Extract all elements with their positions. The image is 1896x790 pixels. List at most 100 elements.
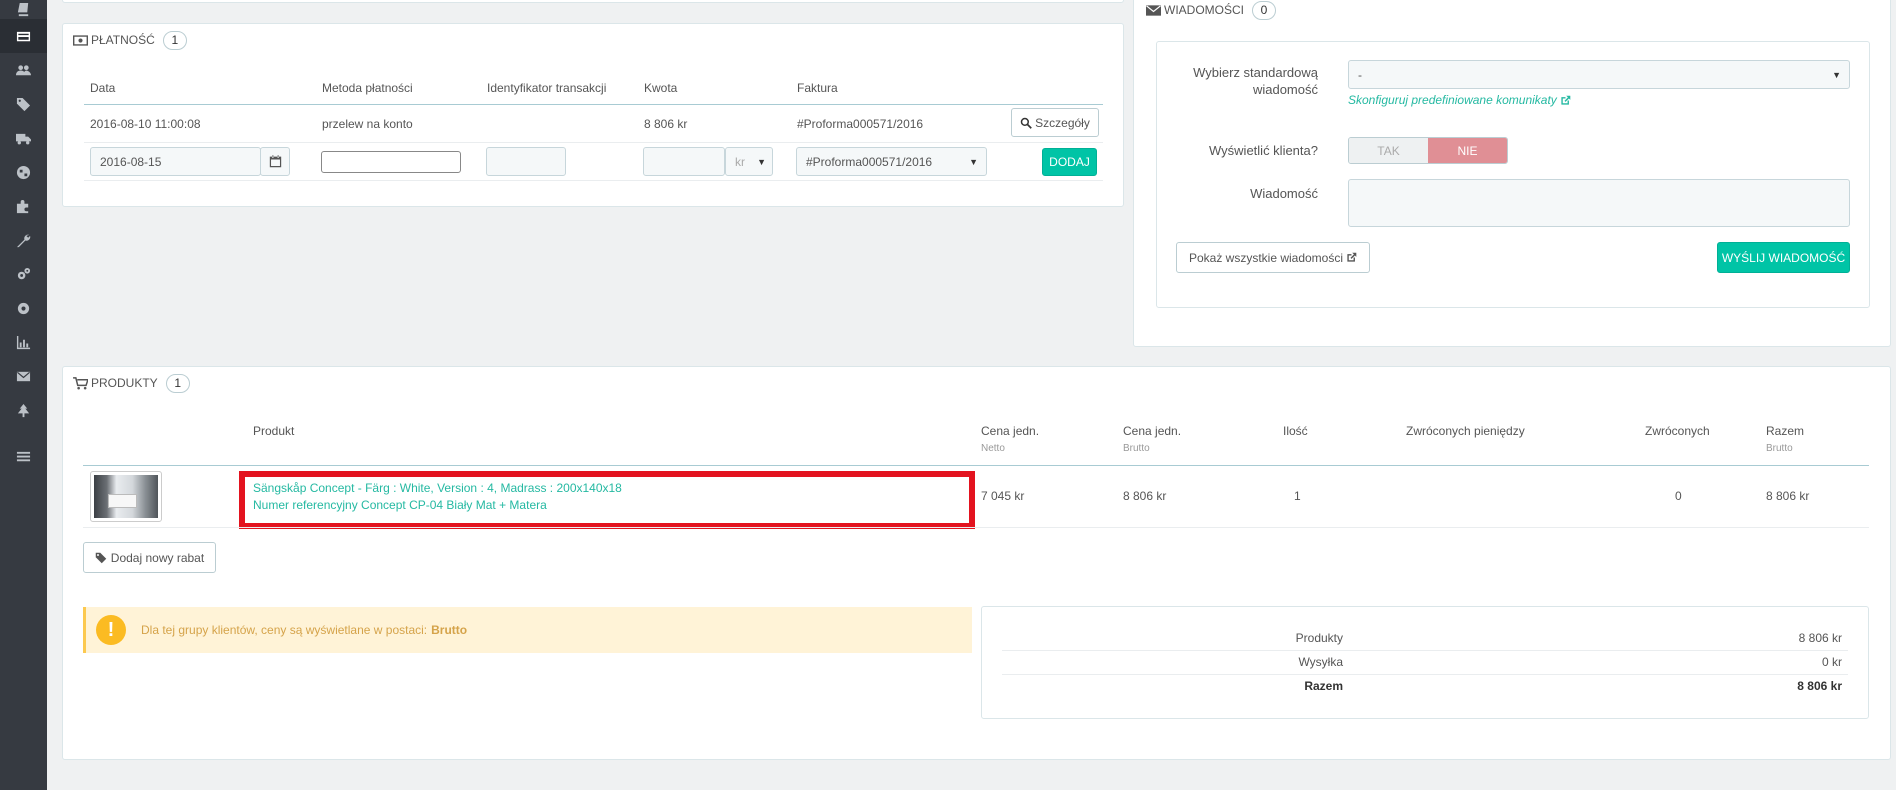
- payment-row-invoice: #Proforma000571/2016: [797, 117, 924, 131]
- products-panel-heading: PRODUKTY 1: [73, 373, 190, 393]
- payment-panel: PŁATNOŚĆ 1 Data Metoda płatności Identyf…: [62, 23, 1124, 207]
- payment-panel-heading: PŁATNOŚĆ 1: [73, 30, 187, 50]
- payment-date-input[interactable]: 2016-08-15: [90, 147, 261, 176]
- products-header-divider: [83, 465, 1869, 466]
- products-header-qty: Ilość: [1283, 424, 1308, 438]
- summary-shipping-label: Wysyłka: [1298, 655, 1343, 669]
- product-unit-net: 7 045 kr: [981, 489, 1025, 503]
- stats-chart-icon: [16, 335, 31, 349]
- toggle-yes-option[interactable]: TAK: [1349, 138, 1428, 163]
- modules-puzzle-icon: [16, 199, 29, 213]
- payment-row-date: 2016-08-10 11:00:08: [90, 117, 201, 131]
- payment-header-method: Metoda płatności: [322, 81, 413, 95]
- sidebar-item-customers[interactable]: [0, 53, 47, 87]
- sidebar-item-stats[interactable]: [0, 325, 47, 359]
- sidebar-item-catalog[interactable]: [0, 87, 47, 121]
- sidebar-item-mail[interactable]: [0, 359, 47, 393]
- notice-text: Dla tej grupy klientów, ceny są wyświetl…: [141, 623, 428, 637]
- gear-icon: [17, 302, 30, 314]
- order-summary: Produkty 8 806 kr Wysyłka 0 kr Razem 8 8…: [981, 606, 1869, 719]
- price-tags-icon: [16, 97, 31, 111]
- show-all-messages-label: Pokaż wszystkie wiadomości: [1188, 250, 1344, 265]
- payment-transaction-input[interactable]: [486, 147, 566, 176]
- product-reference: Numer referencyjny Concept CP-04 Biały M…: [253, 498, 547, 512]
- product-name-link[interactable]: Sängskåp Concept - Färg : White, Version…: [253, 480, 622, 514]
- message-textarea[interactable]: [1348, 179, 1850, 227]
- external-link-icon: [1347, 252, 1357, 262]
- choose-message-select[interactable]: - ▼: [1348, 60, 1850, 89]
- menu-list-icon: [16, 451, 31, 461]
- customers-icon: [16, 64, 31, 75]
- configure-messages-label: Skonfiguruj predefiniowane komunikaty: [1348, 93, 1557, 107]
- payment-card-icon: [16, 31, 31, 41]
- payment-add-button[interactable]: DODAJ: [1042, 148, 1097, 176]
- payment-amount-input[interactable]: [643, 147, 725, 176]
- payment-count-badge: 1: [162, 30, 187, 50]
- products-header-product: Produkt: [253, 424, 295, 438]
- payment-method-input[interactable]: [321, 151, 461, 173]
- orders-icon: [17, 2, 29, 17]
- add-discount-label: Dodaj nowy rabat: [110, 550, 205, 565]
- summary-divider-2: [1002, 674, 1848, 675]
- products-header-total: Razem Brutto: [1766, 424, 1805, 454]
- sidebar-item-menu[interactable]: [0, 439, 47, 473]
- messages-title: WIADOMOŚCI: [1164, 3, 1244, 17]
- payment-date-picker-button[interactable]: [260, 147, 290, 176]
- send-message-button[interactable]: WYŚLIJ WIADOMOŚĆ: [1717, 242, 1850, 273]
- sidebar-item-shipping[interactable]: [0, 121, 47, 155]
- sidebar-item-advanced[interactable]: [0, 257, 47, 291]
- sidebar-item-localization[interactable]: [0, 155, 47, 189]
- messages-panel-heading: WIADOMOŚCI 0: [1146, 0, 1276, 20]
- product-row-divider: [83, 527, 1869, 528]
- payment-details-label: Szczegóły: [1035, 115, 1090, 130]
- notice-bold-text: Brutto: [431, 623, 468, 637]
- shopping-cart-icon: [73, 376, 88, 389]
- product-thumbnail[interactable]: [90, 471, 162, 522]
- sidebar-item-payment[interactable]: [0, 19, 47, 53]
- product-image: [94, 475, 158, 518]
- product-total: 8 806 kr: [1766, 489, 1810, 503]
- payment-row-amount: 8 806 kr: [644, 117, 688, 131]
- product-qty: 1: [1294, 489, 1301, 503]
- choose-message-value: -: [1358, 67, 1362, 82]
- globe-icon: [16, 165, 31, 179]
- price-tag-icon: [95, 552, 107, 563]
- summary-total-label: Razem: [1304, 679, 1343, 693]
- chevron-down-icon: ▼: [969, 156, 978, 167]
- payment-invoice-value: #Proforma000571/2016: [806, 154, 933, 169]
- calendar-icon: [269, 155, 281, 168]
- search-icon: [1020, 117, 1032, 129]
- product-returned: 0: [1675, 489, 1682, 503]
- payment-details-button[interactable]: Szczegóły: [1011, 108, 1099, 137]
- summary-shipping-value: 0 kr: [1821, 655, 1842, 669]
- summary-products-label: Produkty: [1295, 631, 1343, 645]
- chevron-down-icon: ▼: [1832, 69, 1841, 80]
- payment-header-transaction: Identyfikator transakcji: [487, 81, 607, 95]
- payment-currency-select[interactable]: kr ▼: [725, 147, 773, 176]
- toggle-no-option[interactable]: NIE: [1428, 138, 1507, 163]
- send-message-label: WYŚLIJ WIADOMOŚĆ: [1721, 250, 1846, 265]
- show-customer-label: Wyświetlić klienta?: [1209, 143, 1318, 158]
- configure-messages-link[interactable]: Skonfiguruj predefiniowane komunikaty: [1348, 93, 1571, 107]
- products-header-unit-net: Cena jedn. Netto: [981, 424, 1040, 454]
- payment-title: PŁATNOŚĆ: [91, 33, 155, 47]
- payment-header-divider: [84, 104, 1103, 105]
- payment-row-method: przelew na konto: [322, 117, 413, 131]
- show-customer-toggle[interactable]: TAK NIE: [1348, 137, 1508, 164]
- messages-panel: WIADOMOŚCI 0 Wybierz standardową wiadomo…: [1133, 0, 1891, 347]
- cogs-icon: [17, 267, 31, 279]
- truck-icon: [16, 133, 31, 144]
- sidebar-item-modules[interactable]: [0, 189, 47, 223]
- payment-add-label: DODAJ: [1049, 155, 1090, 169]
- sidebar-item-themes[interactable]: [0, 393, 47, 427]
- sidebar-item-preferences[interactable]: [0, 223, 47, 257]
- payment-invoice-select[interactable]: #Proforma000571/2016 ▼: [796, 147, 987, 176]
- add-discount-button[interactable]: Dodaj nowy rabat: [83, 542, 216, 573]
- chevron-down-icon: ▼: [757, 156, 766, 167]
- price-display-notice: ! Dla tej grupy klientów, ceny są wyświe…: [83, 607, 972, 653]
- product-name: Sängskåp Concept - Färg : White, Version…: [253, 481, 622, 495]
- warning-icon: !: [96, 615, 126, 645]
- sidebar-item-settings[interactable]: [0, 291, 47, 325]
- sidebar-item-orders[interactable]: [0, 0, 47, 19]
- show-all-messages-button[interactable]: Pokaż wszystkie wiadomości: [1176, 242, 1370, 273]
